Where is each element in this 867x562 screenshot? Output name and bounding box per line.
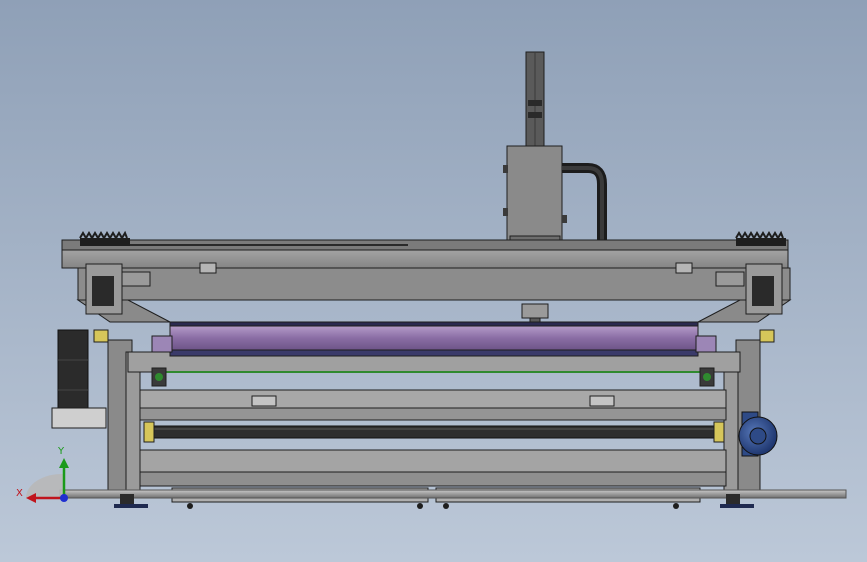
laser-nozzle[interactable] [521, 303, 549, 325]
cad-viewport[interactable]: Y X [0, 0, 867, 562]
coordinate-triad: Y X [16, 446, 69, 503]
machine-model[interactable]: Y X [0, 0, 867, 562]
table-frame[interactable] [107, 339, 761, 497]
drive-motor[interactable] [738, 411, 778, 457]
right-cable-chain [735, 230, 786, 246]
gantry-beam[interactable] [61, 239, 791, 301]
x-axis-label: X [16, 488, 23, 499]
feed-roller[interactable] [151, 321, 717, 357]
left-drag-chain [51, 329, 107, 429]
z-axis-column[interactable] [525, 51, 545, 149]
cable-hose [562, 163, 607, 244]
left-cable-chain [79, 230, 130, 246]
cutting-head-housing[interactable] [503, 145, 567, 245]
y-axis-label: Y [57, 446, 65, 457]
z-axis-dot [60, 494, 68, 502]
take-up-shaft[interactable] [143, 421, 725, 443]
